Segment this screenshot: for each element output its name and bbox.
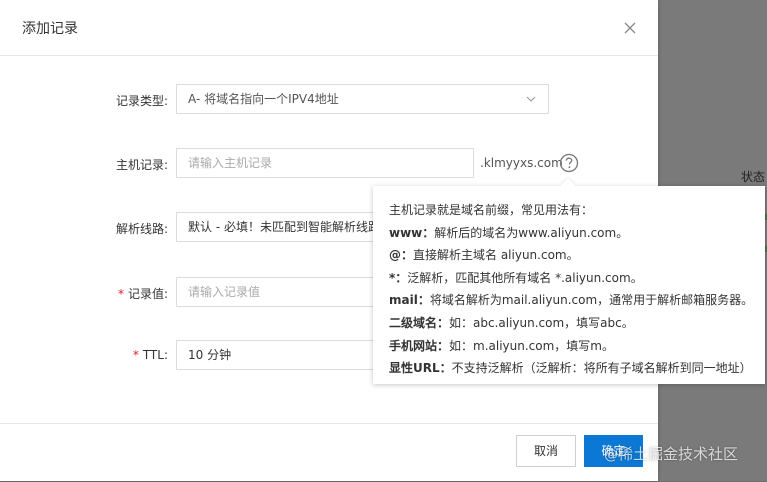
tooltip-item-key: www： — [389, 225, 435, 240]
ttl-label: * TTL: — [133, 348, 168, 362]
tooltip-item: mail：将域名解析为mail.aliyun.com，通常用于解析邮箱服务器。 — [389, 289, 765, 312]
tooltip-item-text: 直接解析主域名 aliyun.com。 — [413, 248, 579, 263]
ttl-value: 10 分钟 — [188, 348, 232, 362]
resolution-line-value: 默认 - 必填！未匹配到智能解析线路 — [188, 220, 380, 234]
tooltip-item-key: 手机网站： — [389, 338, 450, 353]
dialog-header: 添加记录 — [0, 0, 658, 56]
question-circle-icon — [559, 153, 579, 173]
host-record-row: 主机记录: .klmyyxs.com — [0, 148, 658, 180]
watermark-at: @ — [604, 447, 618, 463]
tooltip-item: www：解析后的域名为www.aliyun.com。 — [389, 222, 765, 245]
tooltip-item-key: @： — [389, 248, 414, 263]
record-type-label: 记录类型: — [115, 94, 168, 108]
tooltip-intro: 主机记录就是域名前缀，常见用法有： — [389, 203, 594, 217]
tooltip-item: *：泛解析，匹配其他所有域名 *.aliyun.com。 — [389, 267, 765, 290]
record-type-select[interactable]: A- 将域名指向一个IPV4地址 — [176, 84, 549, 114]
watermark-text: 稀土掘金技术社区 — [618, 445, 739, 463]
tooltip-item: 显性URL：不支持泛解析（泛解析：将所有子域名解析到同一地址） — [389, 357, 765, 380]
tooltip-item-key: 二级域名： — [389, 315, 450, 330]
tooltip-item-key: 显性URL： — [389, 361, 452, 376]
tooltip-item-key: *： — [389, 270, 408, 285]
tooltip-item-key: mail： — [389, 293, 430, 308]
host-record-input[interactable] — [176, 148, 474, 178]
record-type-value: A- 将域名指向一个IPV4地址 — [188, 92, 339, 106]
domain-suffix: .klmyyxs.com — [480, 156, 563, 170]
tooltip-item: 二级域名：如：abc.aliyun.com，填写abc。 — [389, 312, 765, 335]
chevron-down-icon — [526, 96, 536, 102]
dialog-title: 添加记录 — [22, 21, 78, 37]
tooltip-item-text: 如：abc.aliyun.com，填写abc。 — [449, 315, 634, 330]
tooltip-item-text: 如：m.aliyun.com，填写m。 — [449, 338, 614, 353]
tooltip-item-text: 泛解析，匹配其他所有域名 *.aliyun.com。 — [407, 270, 643, 285]
dialog-footer: 取消 确定 — [0, 423, 658, 482]
resolution-line-label: 解析线路: — [115, 222, 168, 236]
tooltip-item-text: 将域名解析为mail.aliyun.com，通常用于解析邮箱服务器。 — [429, 293, 754, 308]
host-record-label: 主机记录: — [115, 158, 168, 172]
record-type-row: 记录类型: A- 将域名指向一个IPV4地址 — [0, 84, 658, 116]
tooltip-item-text: 不支持泛解析（泛解析：将所有子域名解析到同一地址） — [451, 361, 752, 376]
required-mark: * — [132, 348, 139, 362]
watermark: @稀土掘金技术社区 — [604, 443, 738, 464]
tooltip-item-text: 解析后的域名为www.aliyun.com。 — [434, 225, 629, 240]
tooltip-item: 手机网站：如：m.aliyun.com，填写m。 — [389, 335, 765, 358]
close-icon — [624, 22, 636, 34]
ttl-label-text: TTL: — [142, 348, 168, 362]
required-mark: * — [117, 287, 124, 301]
host-record-help-tooltip: 主机记录就是域名前缀，常见用法有： www：解析后的域名为www.aliyun.… — [373, 177, 765, 384]
help-button[interactable] — [559, 153, 579, 173]
cancel-button[interactable]: 取消 — [516, 435, 576, 467]
tooltip-item: @：直接解析主域名 aliyun.com。 — [389, 244, 765, 267]
record-value-label-text: 记录值: — [127, 287, 168, 301]
record-value-label: * 记录值: — [118, 285, 168, 302]
close-button[interactable] — [621, 19, 639, 37]
background-status-header: 状态 — [740, 170, 765, 184]
